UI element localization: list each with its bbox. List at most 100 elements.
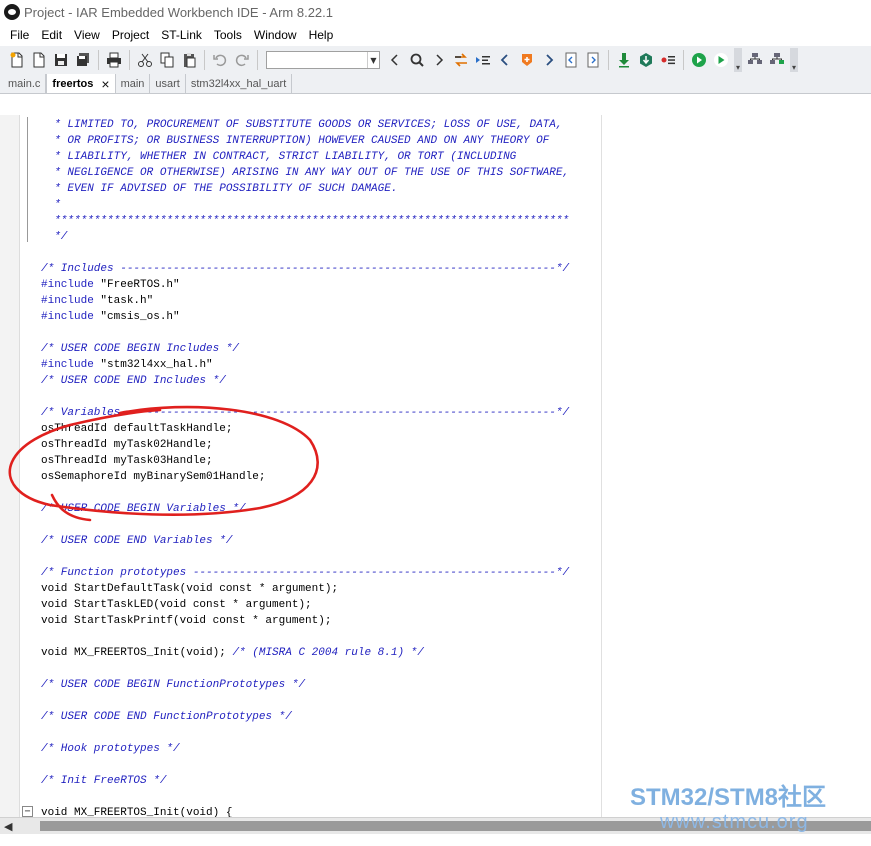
menu-help[interactable]: Help [303, 24, 340, 46]
chevron-down-icon[interactable]: ▼ [367, 52, 379, 68]
code-line[interactable]: void MX_FREERTOS_Init(void); /* (MISRA C… [41, 645, 603, 661]
code-line[interactable]: /* Hook prototypes */ [41, 741, 603, 757]
toolbar-separator [204, 50, 205, 70]
code-line[interactable]: #include "cmsis_os.h" [41, 309, 603, 325]
code-token: * EVEN IF ADVISED OF THE POSSIBILITY OF … [41, 183, 398, 195]
forward-icon[interactable] [429, 50, 449, 70]
code-line[interactable]: /* USER CODE END FunctionPrototypes */ [41, 709, 603, 725]
code-line[interactable]: osThreadId myTask02Handle; [41, 437, 603, 453]
code-line[interactable] [41, 549, 603, 565]
code-line[interactable] [41, 389, 603, 405]
menu-window[interactable]: Window [248, 24, 303, 46]
code-line[interactable]: /* Init FreeRTOS */ [41, 773, 603, 789]
code-line[interactable] [41, 245, 603, 261]
title-bar: Project - IAR Embedded Workbench IDE - A… [0, 0, 871, 24]
redo-icon[interactable] [232, 50, 252, 70]
code-line[interactable]: /* USER CODE END Variables */ [41, 533, 603, 549]
code-line[interactable]: * LIABILITY, WHETHER IN CONTRACT, STRICT… [41, 149, 603, 165]
previous-icon[interactable] [495, 50, 515, 70]
line-gutter[interactable] [0, 115, 20, 817]
code-line[interactable]: #include "task.h" [41, 293, 603, 309]
go-to-icon[interactable] [561, 50, 581, 70]
code-line[interactable]: void StartTaskLED(void const * argument)… [41, 597, 603, 613]
tab-main[interactable]: main [116, 74, 151, 93]
code-line[interactable]: * EVEN IF ADVISED OF THE POSSIBILITY OF … [41, 181, 603, 197]
code-token: /* Hook prototypes */ [41, 743, 180, 755]
run-icon[interactable] [711, 50, 731, 70]
download-icon[interactable] [614, 50, 634, 70]
code-line[interactable]: #include "FreeRTOS.h" [41, 277, 603, 293]
toolbar-overflow[interactable]: ▾ [790, 48, 798, 72]
code-line[interactable] [41, 661, 603, 677]
code-line[interactable] [41, 693, 603, 709]
paste-icon[interactable] [179, 50, 199, 70]
next-icon[interactable] [539, 50, 559, 70]
print-icon[interactable] [104, 50, 124, 70]
code-line[interactable]: /* Variables ---------------------------… [41, 405, 603, 421]
code-line[interactable]: */ [41, 229, 603, 245]
code-line[interactable]: * LIMITED TO, PROCUREMENT OF SUBSTITUTE … [41, 117, 603, 133]
code-line[interactable]: * [41, 197, 603, 213]
toolbar-overflow[interactable]: ▾ [734, 48, 742, 72]
menu-file[interactable]: File [4, 24, 35, 46]
code-line[interactable]: ****************************************… [41, 213, 603, 229]
menu-project[interactable]: Project [106, 24, 155, 46]
scroll-left-icon[interactable]: ◀ [4, 820, 12, 833]
code-line[interactable]: /* USER CODE END Includes */ [41, 373, 603, 389]
bookmark-list-icon[interactable] [473, 50, 493, 70]
code-line[interactable]: void StartDefaultTask(void const * argum… [41, 581, 603, 597]
options-icon[interactable] [658, 50, 678, 70]
undo-icon[interactable] [210, 50, 230, 70]
back-icon[interactable] [385, 50, 405, 70]
go-icon[interactable] [689, 50, 709, 70]
save-icon[interactable] [51, 50, 71, 70]
code-token: /* USER CODE BEGIN FunctionPrototypes */ [41, 679, 306, 691]
iar-app-icon[interactable] [4, 4, 20, 20]
code-line[interactable] [41, 325, 603, 341]
menu-st-link[interactable]: ST-Link [155, 24, 208, 46]
fold-toggle[interactable]: − [22, 806, 33, 817]
menu-view[interactable]: View [68, 24, 106, 46]
code-line[interactable]: osSemaphoreId myBinarySem01Handle; [41, 469, 603, 485]
code-line[interactable]: void StartTaskPrintf(void const * argume… [41, 613, 603, 629]
code-line[interactable] [41, 629, 603, 645]
code-line[interactable] [41, 517, 603, 533]
code-line[interactable]: osThreadId defaultTaskHandle; [41, 421, 603, 437]
breakpoint-icon[interactable] [517, 50, 537, 70]
menu-tools[interactable]: Tools [208, 24, 248, 46]
new-file-icon[interactable] [7, 50, 27, 70]
tab-main-c[interactable]: main.c [3, 74, 47, 93]
code-line[interactable]: osThreadId myTask03Handle; [41, 453, 603, 469]
cut-icon[interactable] [135, 50, 155, 70]
find-icon[interactable] [407, 50, 427, 70]
code-line[interactable] [41, 485, 603, 501]
tab-freertos[interactable]: freertos × [46, 74, 116, 93]
code-line[interactable] [41, 757, 603, 773]
menu-edit[interactable]: Edit [35, 24, 68, 46]
stack-icon[interactable] [745, 50, 765, 70]
open-icon[interactable] [29, 50, 49, 70]
window-icon[interactable] [583, 50, 603, 70]
tab-usart[interactable]: usart [150, 74, 186, 93]
code-line[interactable]: * OR PROFITS; OR BUSINESS INTERRUPTION) … [41, 133, 603, 149]
code-line[interactable]: /* USER CODE BEGIN FunctionPrototypes */ [41, 677, 603, 693]
build-batch-icon[interactable] [767, 50, 787, 70]
search-combo[interactable]: ▼ [266, 51, 380, 69]
code-line[interactable]: /* Function prototypes -----------------… [41, 565, 603, 581]
toggle-bookmark-icon[interactable] [451, 50, 471, 70]
code-line[interactable]: /* USER CODE BEGIN Includes */ [41, 341, 603, 357]
tab-stm32l4xx-hal-uart[interactable]: stm32l4xx_hal_uart [186, 74, 293, 93]
code-line[interactable]: /* Includes ----------------------------… [41, 261, 603, 277]
save-all-icon[interactable] [73, 50, 93, 70]
copy-icon[interactable] [157, 50, 177, 70]
code-line[interactable]: /* USER CODE BEGIN Variables */ [41, 501, 603, 517]
debug-icon[interactable] [636, 50, 656, 70]
code-line[interactable]: void MX_FREERTOS_Init(void) { [41, 805, 603, 817]
code-editor[interactable]: * LIMITED TO, PROCUREMENT OF SUBSTITUTE … [41, 117, 603, 817]
close-icon[interactable]: × [101, 75, 109, 93]
code-line[interactable]: * NEGLIGENCE OR OTHERWISE) ARISING IN AN… [41, 165, 603, 181]
code-line[interactable] [41, 789, 603, 805]
code-token: * OR PROFITS; OR BUSINESS INTERRUPTION) … [41, 135, 550, 147]
code-line[interactable] [41, 725, 603, 741]
code-line[interactable]: #include "stm32l4xx_hal.h" [41, 357, 603, 373]
